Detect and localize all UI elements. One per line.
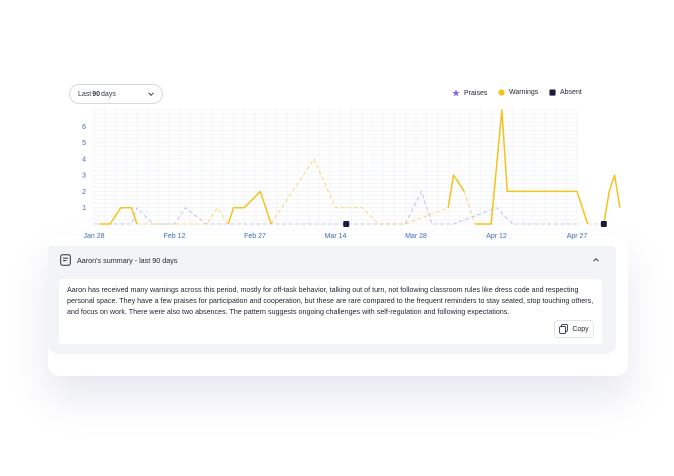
x-tick-label: Jan 28 <box>83 233 104 240</box>
y-tick-label: 5 <box>82 140 86 147</box>
x-tick-label: Feb 27 <box>244 233 266 240</box>
y-tick-label: 6 <box>82 124 86 131</box>
y-tick-label: 2 <box>82 189 86 196</box>
y-tick-label: 3 <box>82 173 86 180</box>
absent-marker <box>600 221 607 227</box>
summary-panel: Aaron's summary - last 90 days Aaron has… <box>48 246 616 354</box>
summary-text: Aaron has received many warnings across … <box>67 286 594 316</box>
summary-title: Aaron's summary - last 90 days <box>77 256 178 265</box>
summary-body: Aaron has received many warnings across … <box>59 279 602 344</box>
x-tick-label: Feb 12 <box>164 233 186 240</box>
x-tick-label: Mar 28 <box>405 233 427 240</box>
copy-button[interactable]: Copy <box>554 320 594 338</box>
summary-header[interactable]: Aaron's summary - last 90 days <box>48 246 616 274</box>
series-line-warnings <box>603 174 621 225</box>
behavior-line-chart: 1 2 3 4 5 6 Jan 28 Feb 12 Feb 27 Mar 14 Mar 28 Apr … <box>82 109 621 240</box>
y-tick-label: 1 <box>82 205 86 212</box>
y-tick-label: 4 <box>82 156 86 163</box>
copy-icon <box>559 324 569 334</box>
x-tick-label: Mar 14 <box>325 233 347 240</box>
absent-marker <box>343 221 350 227</box>
x-tick-label: Apr 27 <box>567 233 588 240</box>
copy-label: Copy <box>572 325 589 333</box>
chevron-up-icon[interactable] <box>592 256 600 264</box>
summary-doc-icon <box>60 254 71 266</box>
x-tick-label: Apr 12 <box>486 233 507 240</box>
